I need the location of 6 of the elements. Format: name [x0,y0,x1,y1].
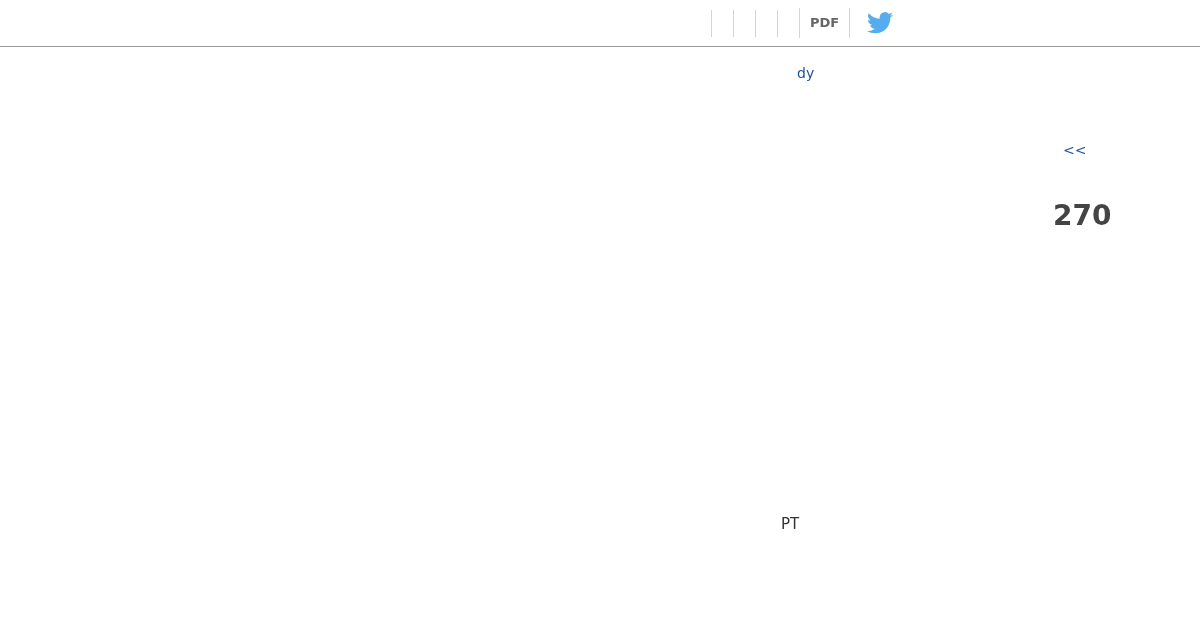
back-link[interactable]: << [1063,142,1087,158]
number-text: 270 [1053,199,1112,232]
bird-icon[interactable] [867,12,894,34]
text-link[interactable]: dy [797,65,815,81]
pdf-link[interactable]: PDF [799,8,851,38]
footer-text: PT [781,515,800,533]
